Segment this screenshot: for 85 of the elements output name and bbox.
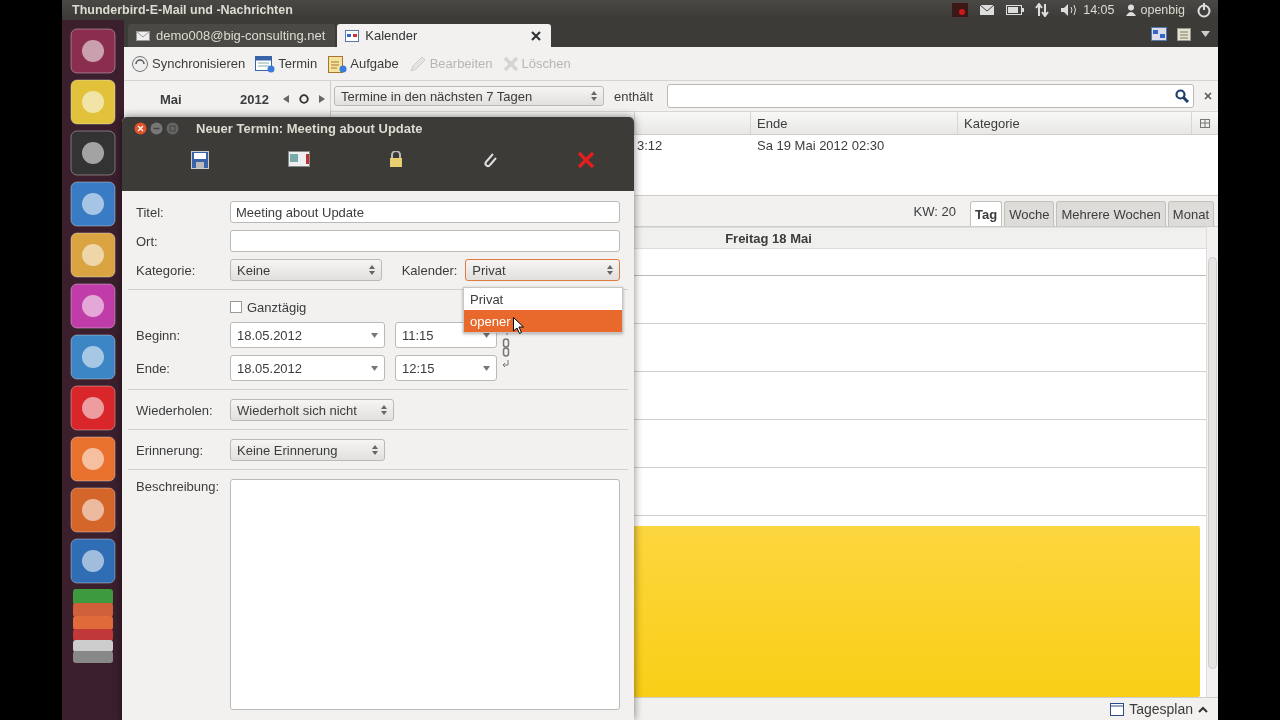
table-cell-text: Sa 19 Mai 2012 02:30 <box>756 137 886 153</box>
spinner-arrows-icon <box>372 445 378 455</box>
app-tab[interactable]: Kalender <box>337 24 552 47</box>
spinner-arrows-icon <box>607 265 613 275</box>
envelope-icon[interactable] <box>979 4 996 16</box>
reminder-dropdown[interactable]: Keine Erinnerung <box>230 439 385 461</box>
clock[interactable]: 14:05 <box>1083 3 1115 17</box>
location-field[interactable] <box>230 230 620 252</box>
field-label: Wiederholen: <box>136 402 214 418</box>
recording-icon[interactable] <box>952 3 969 17</box>
calendar-dropdown[interactable]: Privat <box>465 259 620 281</box>
spinner-arrows-icon <box>591 91 597 101</box>
menu-item[interactable]: Privat <box>464 288 622 310</box>
padlock-icon[interactable] <box>389 151 403 167</box>
title-field[interactable]: Meeting about Update <box>230 201 620 223</box>
calendar-plus-icon <box>255 54 276 73</box>
caret-icon <box>371 365 378 371</box>
date-field[interactable]: 18.05.2012 <box>230 322 385 348</box>
clipboard-icon <box>327 54 348 73</box>
column-header[interactable]: Ende <box>751 112 958 134</box>
field-label: Titel: <box>136 204 165 220</box>
sync-button[interactable]: Synchronisieren <box>128 52 249 75</box>
repeat-dropdown[interactable]: Wiederholt sich nicht <box>230 399 394 421</box>
event-button[interactable]: Termin <box>252 52 321 75</box>
table-cell-text: 3:12 <box>636 137 664 153</box>
contains-label: enthält <box>614 88 654 104</box>
date-field[interactable]: 18.05.2012 <box>230 355 385 381</box>
all-day-checkbox[interactable]: Ganztägig <box>230 299 307 315</box>
category-dropdown[interactable]: Keine <box>230 259 382 281</box>
network-arrows-icon[interactable] <box>1035 3 1050 17</box>
paperclip-icon[interactable] <box>481 151 498 169</box>
chevron-up-icon[interactable] <box>1198 705 1208 713</box>
user-name[interactable]: openbig <box>1140 3 1185 17</box>
previous-icon[interactable] <box>282 95 289 103</box>
spinner-arrows-icon <box>368 265 375 275</box>
spinner-arrows-icon <box>381 405 387 415</box>
pencil-icon <box>408 54 427 73</box>
field-label: Beginn: <box>136 327 182 343</box>
close-icon[interactable] <box>134 121 147 135</box>
calendar-icon[interactable] <box>1110 702 1125 716</box>
field-label: Erinnerung: <box>136 442 205 458</box>
week-number: KW: 20 <box>913 203 956 219</box>
column-picker-icon[interactable] <box>1200 118 1210 128</box>
x-icon <box>502 55 519 72</box>
speaker-icon[interactable] <box>1060 3 1079 17</box>
view-tab[interactable]: Woche <box>1004 201 1055 226</box>
app-tab[interactable]: demo008@big-consulting.net <box>128 24 336 47</box>
close-icon[interactable] <box>531 30 542 41</box>
caret-icon <box>483 365 490 371</box>
range-dropdown[interactable]: Termine in den nächsten 7 Tagen <box>334 86 604 106</box>
column-header[interactable]: Kategorie <box>958 112 1192 134</box>
calendar-icon[interactable] <box>1151 26 1167 41</box>
caret-icon[interactable] <box>1201 30 1210 37</box>
address-card-icon[interactable] <box>288 151 311 167</box>
dialog-title: Neuer Termin: Meeting about Update <box>196 120 423 136</box>
today-pane-label[interactable]: Tagesplan <box>1129 701 1193 717</box>
description-field[interactable] <box>230 479 620 710</box>
window-title: Thunderbird-E-Mail und -Nachrichten <box>72 3 293 17</box>
next-icon[interactable] <box>318 95 325 103</box>
battery-icon[interactable] <box>1006 5 1025 15</box>
scrollbar[interactable] <box>1206 227 1218 697</box>
field-label: Kalender: <box>401 262 458 278</box>
month-label: Mai <box>160 91 183 107</box>
today-circle-icon[interactable] <box>298 94 309 104</box>
search-icon <box>1175 89 1189 103</box>
task-button[interactable]: Aufgabe <box>324 52 402 75</box>
field-label: Ort: <box>136 233 159 249</box>
field-label: Ende: <box>136 360 171 376</box>
user-icon <box>1125 4 1136 16</box>
task-list-icon[interactable] <box>1177 26 1191 41</box>
close-icon[interactable] <box>1204 92 1212 100</box>
envelope-icon <box>136 30 150 41</box>
time-field[interactable]: 12:15 <box>395 355 497 381</box>
search-field[interactable] <box>667 84 1194 108</box>
view-tab[interactable]: Tag <box>970 201 1003 226</box>
view-tab[interactable]: Monat <box>1167 201 1214 226</box>
calendar-icon <box>345 29 360 42</box>
stacked-icons-drawing[interactable] <box>70 589 116 663</box>
field-label: Beschreibung: <box>136 479 221 494</box>
power-icon[interactable] <box>1196 2 1212 18</box>
view-tab[interactable]: Mehrere Wochen <box>1056 201 1166 226</box>
year-label: 2012 <box>240 91 269 107</box>
field-label: Kategorie: <box>136 262 197 278</box>
sync-icon <box>131 54 149 73</box>
caret-icon <box>371 332 378 338</box>
